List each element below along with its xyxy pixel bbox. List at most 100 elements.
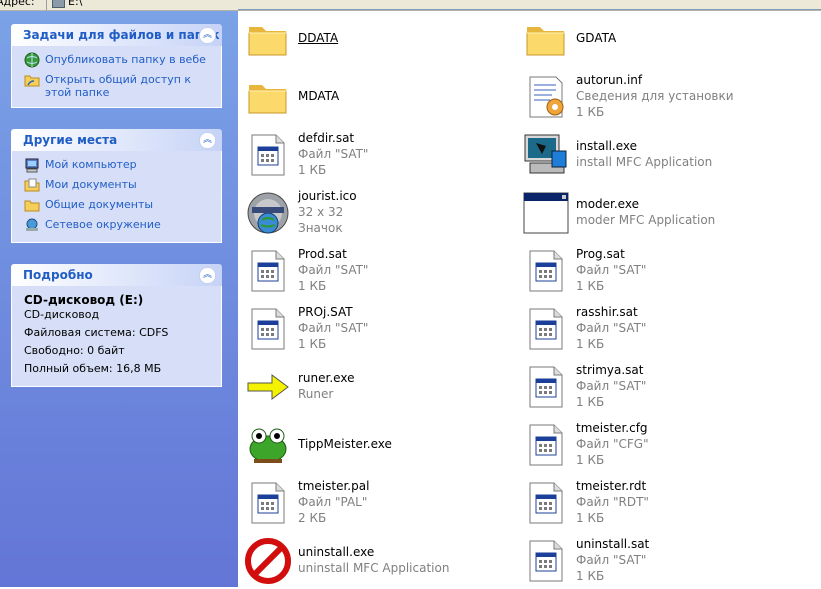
place-shared-documents[interactable]: Общие документы bbox=[24, 198, 211, 214]
file-type: Файл "SAT" bbox=[298, 321, 369, 335]
tasks-panel-header[interactable]: Задачи для файлов и папок ︽ bbox=[11, 24, 222, 46]
folder-icon bbox=[244, 73, 292, 121]
file-item[interactable]: Prog.sat Файл "SAT" 1 КБ bbox=[518, 243, 793, 299]
file-type: Файл "SAT" bbox=[298, 147, 369, 161]
file-text: MDATA bbox=[298, 88, 339, 104]
file-size: 2 КБ bbox=[298, 511, 327, 525]
file-text: TippMeister.exe bbox=[298, 436, 392, 452]
file-type: Файл "SAT" bbox=[576, 553, 647, 567]
file-text: install.exe install MFC Application bbox=[576, 138, 712, 170]
file-size: 1 КБ bbox=[298, 163, 327, 177]
setup-info-icon bbox=[522, 73, 570, 121]
collapse-chevron-icon[interactable]: ︽ bbox=[199, 132, 216, 149]
details-panel-header[interactable]: Подробно ︽ bbox=[11, 264, 222, 286]
generic-file-icon bbox=[522, 537, 570, 585]
generic-file-icon bbox=[244, 247, 292, 295]
drive-name: CD-дисковод (E:) bbox=[24, 293, 144, 307]
share-folder-icon bbox=[24, 75, 40, 87]
folder-icon bbox=[24, 200, 40, 212]
place-label: Мои документы bbox=[45, 178, 137, 191]
file-item[interactable]: uninstall.exe uninstall MFC Application bbox=[240, 533, 515, 589]
collapse-chevron-icon[interactable]: ︽ bbox=[199, 267, 216, 284]
file-name: uninstall.exe bbox=[298, 545, 375, 559]
address-bar: Адрес: E:\ bbox=[0, 0, 821, 11]
file-name: install.exe bbox=[576, 139, 638, 153]
collapse-chevron-icon[interactable]: ︽ bbox=[199, 27, 216, 44]
file-name: autorun.inf bbox=[576, 73, 643, 87]
task-share-folder[interactable]: Открыть общий доступ к этой папке bbox=[24, 73, 211, 99]
file-name: tmeister.pal bbox=[298, 479, 370, 493]
file-item[interactable]: moder.exe moder MFC Application bbox=[518, 185, 793, 241]
file-size: 1 КБ bbox=[576, 511, 605, 525]
file-text: Prog.sat Файл "SAT" 1 КБ bbox=[576, 246, 646, 294]
drive-filesystem: Файловая система: CDFS bbox=[24, 326, 169, 339]
task-publish-web[interactable]: Опубликовать папку в вебе bbox=[24, 52, 211, 69]
address-field[interactable]: E:\ bbox=[52, 0, 82, 8]
file-item[interactable]: tmeister.cfg Файл "CFG" 1 КБ bbox=[518, 417, 793, 473]
file-item[interactable]: defdir.sat Файл "SAT" 1 КБ bbox=[240, 127, 515, 183]
file-item[interactable]: install.exe install MFC Application bbox=[518, 127, 793, 183]
generic-file-icon bbox=[522, 305, 570, 353]
file-item[interactable]: TippMeister.exe bbox=[240, 417, 515, 473]
file-item[interactable]: MDATA bbox=[240, 69, 515, 125]
file-type: Файл "SAT" bbox=[576, 263, 647, 277]
file-size: 1 КБ bbox=[576, 337, 605, 351]
file-item[interactable]: tmeister.rdt Файл "RDT" 1 КБ bbox=[518, 475, 793, 531]
file-size: 1 КБ bbox=[576, 569, 605, 583]
no-entry-icon bbox=[244, 537, 292, 585]
place-my-documents[interactable]: Мои документы bbox=[24, 178, 211, 194]
generic-file-icon bbox=[244, 479, 292, 527]
file-item[interactable]: jourist.ico 32 x 32 Значок bbox=[240, 185, 515, 241]
file-text: DDATA bbox=[298, 30, 338, 46]
file-item[interactable]: tmeister.pal Файл "PAL" 2 КБ bbox=[240, 475, 515, 531]
file-type: Сведения для установки bbox=[576, 89, 734, 103]
file-item[interactable]: rasshir.sat Файл "SAT" 1 КБ bbox=[518, 301, 793, 357]
file-name: MDATA bbox=[298, 89, 340, 103]
generic-file-icon bbox=[522, 421, 570, 469]
place-my-computer[interactable]: Мой компьютер bbox=[24, 158, 211, 174]
task-pane: Задачи для файлов и папок ︽ Опубликовать… bbox=[0, 11, 238, 587]
file-type: Файл "CFG" bbox=[576, 437, 649, 451]
places-panel-header[interactable]: Другие места ︽ bbox=[11, 129, 222, 151]
places-panel-title: Другие места bbox=[23, 133, 118, 147]
folder-icon bbox=[522, 15, 570, 63]
generic-file-icon bbox=[244, 305, 292, 353]
file-name: tmeister.rdt bbox=[576, 479, 647, 493]
file-size: 1 КБ bbox=[576, 279, 605, 293]
file-item[interactable]: runer.exe Runer bbox=[240, 359, 515, 415]
jourist-icon bbox=[244, 189, 292, 237]
file-name: GDATA bbox=[576, 31, 617, 45]
details-panel: Подробно ︽ CD-дисковод (E:) CD-дисковод … bbox=[11, 264, 222, 387]
place-label: Общие документы bbox=[45, 198, 154, 211]
installer-icon bbox=[522, 131, 570, 179]
details-panel-body: CD-дисковод (E:) CD-дисковод Файловая си… bbox=[11, 286, 222, 387]
file-item[interactable]: Prod.sat Файл "SAT" 1 КБ bbox=[240, 243, 515, 299]
file-item[interactable]: strimya.sat Файл "SAT" 1 КБ bbox=[518, 359, 793, 415]
folder-icon bbox=[244, 15, 292, 63]
file-text: tmeister.rdt Файл "RDT" 1 КБ bbox=[576, 478, 649, 526]
file-item[interactable]: uninstall.sat Файл "SAT" 1 КБ bbox=[518, 533, 793, 589]
file-type: 32 x 32 bbox=[298, 205, 344, 219]
file-name: Prog.sat bbox=[576, 247, 625, 261]
frog-icon bbox=[244, 421, 292, 469]
file-text: GDATA bbox=[576, 30, 616, 46]
file-name: DDATA bbox=[298, 31, 339, 45]
tasks-panel-body: Опубликовать папку в вебе Открыть общий … bbox=[11, 46, 222, 108]
tasks-panel-title: Задачи для файлов и папок bbox=[23, 28, 220, 42]
file-type: uninstall MFC Application bbox=[298, 561, 450, 575]
file-text: tmeister.pal Файл "PAL" 2 КБ bbox=[298, 478, 369, 526]
file-item[interactable]: autorun.inf Сведения для установки 1 КБ bbox=[518, 69, 793, 125]
file-name: tmeister.cfg bbox=[576, 421, 648, 435]
file-size: 1 КБ bbox=[576, 453, 605, 467]
place-network[interactable]: Сетевое окружение bbox=[24, 218, 211, 234]
file-item[interactable]: PROj.SAT Файл "SAT" 1 КБ bbox=[240, 301, 515, 357]
file-list: DDATA GDATA MDATA autorun.inf Сведения для у… bbox=[238, 11, 821, 587]
file-item[interactable]: DDATA bbox=[240, 11, 515, 67]
file-type: Runer bbox=[298, 387, 334, 401]
task-label: Опубликовать папку в вебе bbox=[45, 53, 206, 66]
tasks-panel: Задачи для файлов и папок ︽ Опубликовать… bbox=[11, 24, 222, 108]
place-label: Мой компьютер bbox=[45, 158, 137, 171]
generic-file-icon bbox=[244, 131, 292, 179]
file-item[interactable]: GDATA bbox=[518, 11, 793, 67]
file-text: Prod.sat Файл "SAT" 1 КБ bbox=[298, 246, 368, 294]
